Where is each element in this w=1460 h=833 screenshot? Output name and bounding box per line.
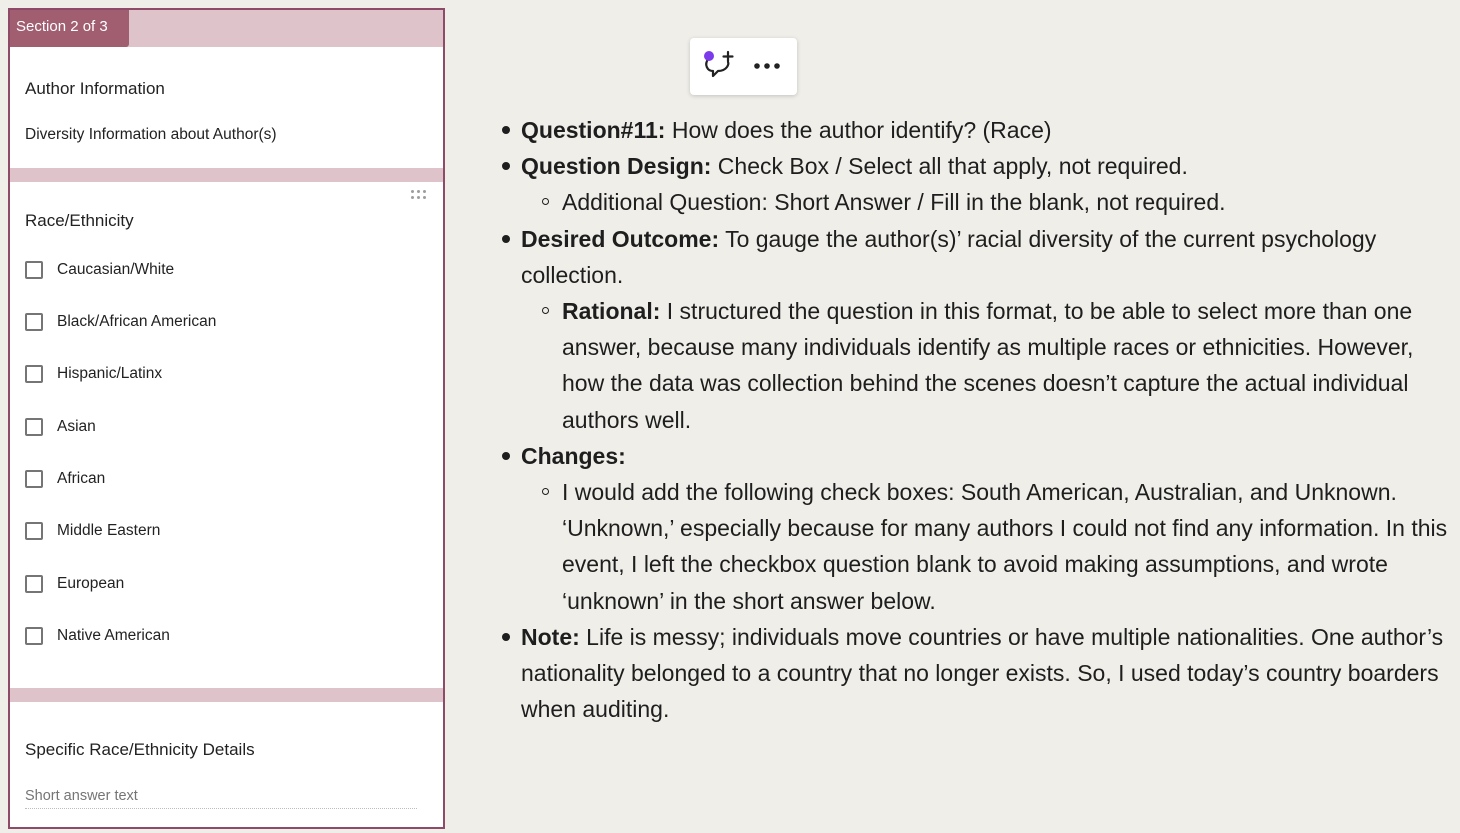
checkbox[interactable] bbox=[25, 313, 43, 331]
checkbox-option[interactable]: Asian bbox=[25, 415, 96, 439]
checkbox-option[interactable]: Hispanic/Latinx bbox=[25, 362, 162, 386]
checkbox[interactable] bbox=[25, 365, 43, 383]
outcome-label: Desired Outcome: bbox=[521, 225, 720, 252]
option-label: European bbox=[57, 575, 125, 592]
race-ethnicity-card: Race/Ethnicity Caucasian/White Black/Afr… bbox=[10, 182, 443, 688]
notes-bullet-design: Question Design: Check Box / Select all … bbox=[500, 148, 1455, 184]
author-information-card: Author Information Diversity Information… bbox=[10, 47, 443, 168]
design-label: Question Design: bbox=[521, 153, 712, 180]
checkbox-option[interactable]: Middle Eastern bbox=[25, 519, 160, 543]
checkbox[interactable] bbox=[25, 627, 43, 645]
drag-handle-icon[interactable] bbox=[411, 190, 429, 202]
question-text: How does the author identify? (Race) bbox=[665, 117, 1052, 143]
design-sub-text: Additional Question: Short Answer / Fill… bbox=[562, 189, 1226, 216]
notes-subbullet-rational: Rational: I structured the question in t… bbox=[500, 293, 1455, 438]
design-text: Check Box / Select all that apply, not r… bbox=[711, 153, 1188, 180]
notes-bullet-question: Question#11: How does the author identif… bbox=[500, 112, 1455, 148]
section-tab: Section 2 of 3 bbox=[10, 10, 129, 47]
option-label: Caucasian/White bbox=[57, 261, 175, 278]
notes-bullet-changes: Changes: bbox=[500, 438, 1455, 474]
checkbox[interactable] bbox=[25, 470, 43, 488]
race-details-card: Specific Race/Ethnicity Details Short an… bbox=[10, 702, 443, 827]
checkbox[interactable] bbox=[25, 522, 43, 540]
floating-toolbar bbox=[690, 38, 797, 95]
rational-text: I structured the question in this format… bbox=[562, 298, 1414, 433]
notes-subbullet-design: Additional Question: Short Answer / Fill… bbox=[500, 184, 1455, 220]
details-card-title: Specific Race/Ethnicity Details bbox=[25, 740, 255, 759]
changes-sub-text: I would add the following check boxes: S… bbox=[562, 479, 1448, 614]
checkbox-option[interactable]: Native American bbox=[25, 624, 170, 648]
race-card-title: Race/Ethnicity bbox=[25, 211, 134, 230]
checkbox[interactable] bbox=[25, 261, 43, 279]
notes-bullet-outcome: Desired Outcome: To gauge the author(s)’… bbox=[500, 221, 1455, 293]
checkbox-option[interactable]: Caucasian/White bbox=[25, 258, 174, 282]
checkbox-option[interactable]: Black/African American bbox=[25, 310, 216, 334]
notes-panel: Question#11: How does the author identif… bbox=[500, 112, 1455, 727]
more-options-icon[interactable] bbox=[752, 58, 782, 74]
rational-label: Rational: bbox=[562, 298, 661, 325]
changes-label: Changes: bbox=[521, 442, 626, 469]
note-text: Life is messy; individuals move countrie… bbox=[521, 623, 1444, 723]
checkbox-option[interactable]: European bbox=[25, 572, 124, 596]
notes-bullet-note: Note: Life is messy; individuals move co… bbox=[500, 619, 1455, 728]
short-answer-field[interactable]: Short answer text bbox=[25, 788, 417, 809]
checkbox[interactable] bbox=[25, 575, 43, 593]
option-label: Native American bbox=[57, 627, 170, 644]
checkbox[interactable] bbox=[25, 418, 43, 436]
author-card-subtitle: Diversity Information about Author(s) bbox=[25, 126, 277, 143]
question-label: Question#11: bbox=[521, 117, 666, 143]
note-label: Note: bbox=[521, 623, 580, 650]
option-label: Black/African American bbox=[57, 313, 217, 330]
option-label: Middle Eastern bbox=[57, 522, 161, 539]
section-header: Section 2 of 3 bbox=[10, 10, 443, 47]
author-card-title: Author Information bbox=[25, 79, 165, 98]
option-label: Hispanic/Latinx bbox=[57, 365, 163, 382]
add-comment-icon[interactable] bbox=[702, 50, 736, 82]
checkbox-option[interactable]: African bbox=[25, 467, 105, 491]
option-label: Asian bbox=[57, 418, 96, 435]
form-panel: Section 2 of 3 Author Information Divers… bbox=[8, 8, 445, 829]
option-label: African bbox=[57, 470, 106, 487]
notes-subbullet-changes: I would add the following check boxes: S… bbox=[500, 474, 1455, 619]
